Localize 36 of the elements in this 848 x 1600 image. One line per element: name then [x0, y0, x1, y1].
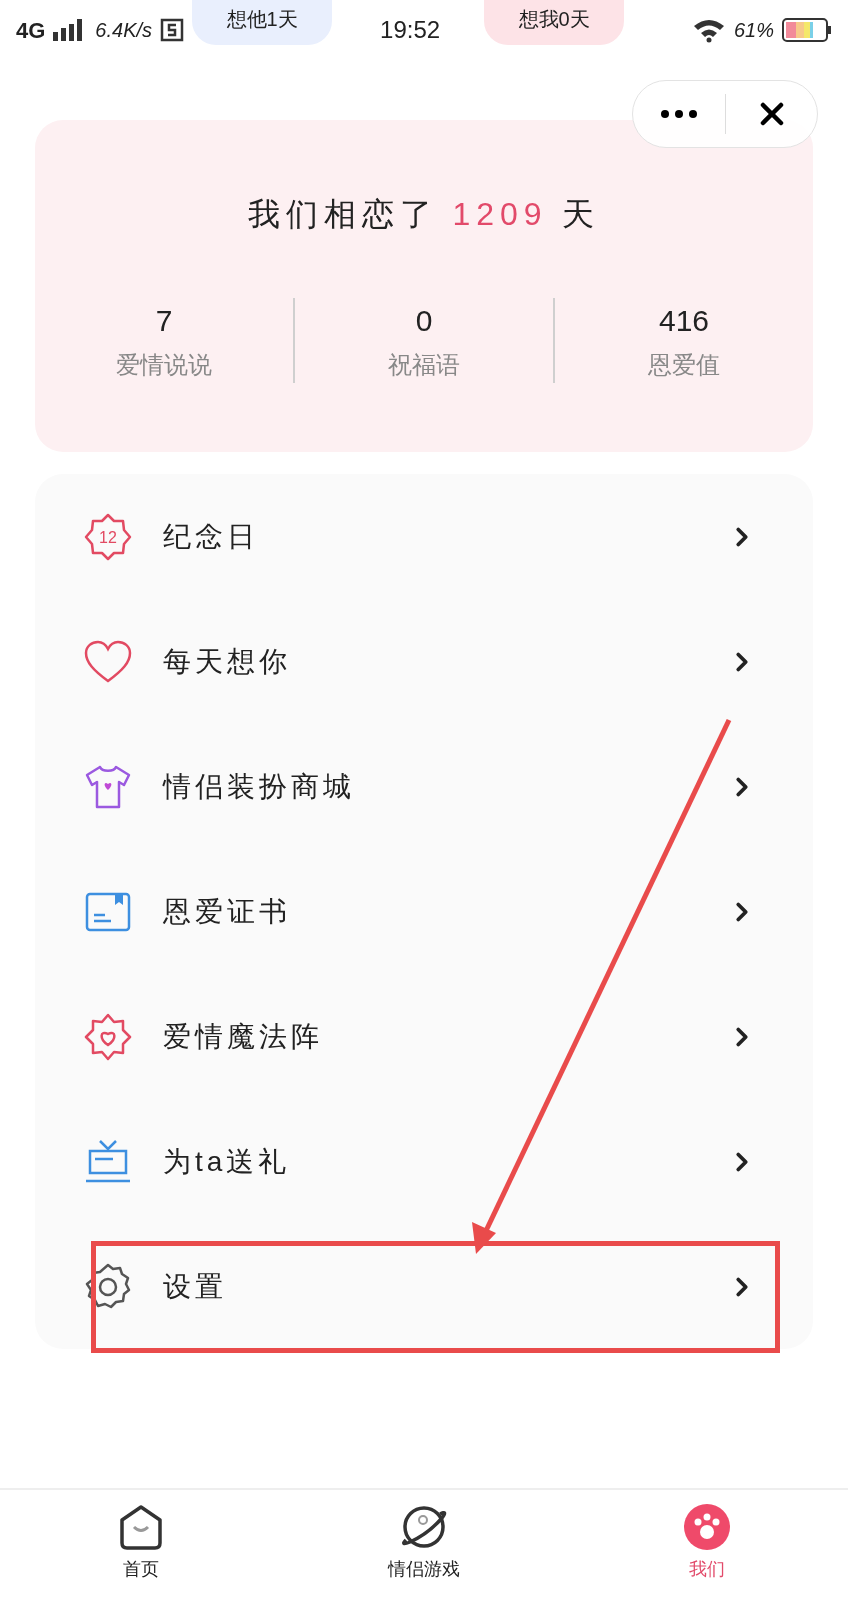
paw-icon: [681, 1502, 732, 1552]
battery-percent: 61%: [733, 18, 774, 43]
stat-label: 祝福语: [388, 350, 460, 380]
status-pill: 想我0天: [484, 0, 625, 45]
menu-item[interactable]: 情侣装扮商城: [35, 724, 813, 849]
menu-item[interactable]: 设置: [35, 1224, 813, 1349]
menu-label: 为ta送礼: [163, 1144, 291, 1179]
menu-label: 设置: [163, 1269, 227, 1304]
stat-value: 0: [415, 303, 433, 339]
status-pill: 想他1天: [192, 0, 333, 45]
tab[interactable]: 我们: [565, 1490, 848, 1600]
menu-label: 情侣装扮商城: [163, 769, 355, 804]
menu-item[interactable]: 为ta送礼: [35, 1099, 813, 1224]
menu-label: 每天想你: [163, 644, 291, 679]
menu-label: 纪念日: [163, 519, 259, 554]
network-type: 4G: [16, 16, 46, 45]
star-heart-icon: [83, 1011, 133, 1062]
tab[interactable]: 情侣游戏: [282, 1490, 566, 1600]
stat-value: 7: [155, 303, 173, 339]
battery-icon: [782, 18, 832, 42]
signal-icon: [53, 19, 84, 41]
stat-value: 416: [658, 303, 710, 339]
menu-item[interactable]: 12 纪念日: [35, 474, 813, 599]
s-box-icon: [160, 18, 185, 42]
menu-item[interactable]: 每天想你: [35, 599, 813, 724]
clock: 19:52: [380, 15, 441, 45]
tab[interactable]: 首页: [0, 1490, 283, 1600]
menu-label: 爱情魔法阵: [163, 1019, 323, 1054]
menu-item[interactable]: 爱情魔法阵: [35, 974, 813, 1099]
badge-icon: 12: [83, 511, 133, 562]
menu-item[interactable]: 恩爱证书: [35, 849, 813, 974]
love-days-title: 我们相恋了 1209 天: [246, 195, 602, 234]
stat-label: 爱情说说: [116, 350, 212, 380]
stat-label: 恩爱值: [648, 350, 720, 380]
network-speed: 6.4K/s: [95, 18, 153, 43]
menu-label: 恩爱证书: [163, 894, 291, 929]
